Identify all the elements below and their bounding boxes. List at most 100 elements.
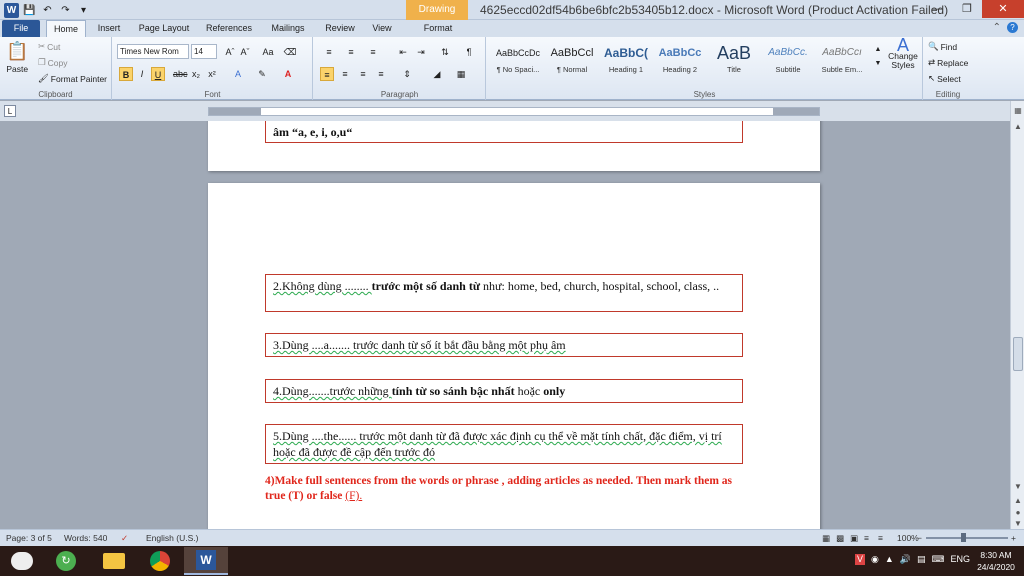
style-subtle-emphasis[interactable]: AaBbCcı Subtle Em... <box>815 41 869 81</box>
horizontal-ruler[interactable] <box>208 107 820 116</box>
find-button[interactable]: 🔍 Find <box>928 41 957 52</box>
zoom-slider[interactable] <box>926 537 1008 539</box>
tab-insert[interactable]: Insert <box>90 20 128 37</box>
qat-dropdown-icon[interactable]: ▾ <box>76 3 91 18</box>
tab-file[interactable]: File <box>2 20 40 37</box>
shading-icon[interactable]: ◢ <box>430 67 444 81</box>
font-name-combo[interactable]: Times New Rom <box>117 44 189 59</box>
highlight-icon[interactable]: ✎ <box>255 67 269 81</box>
text-box-vowels[interactable]: âm “a, e, i, o,u“ <box>265 121 743 143</box>
align-right-icon[interactable]: ≡ <box>356 67 370 81</box>
subscript-button[interactable]: x₂ <box>189 67 203 81</box>
tab-review[interactable]: Review <box>318 20 362 37</box>
tray-chrome-icon[interactable]: ◉ <box>871 554 879 565</box>
restore-button[interactable]: ❐ <box>952 0 982 18</box>
scroll-down-icon[interactable]: ▼ <box>1012 481 1024 493</box>
font-color-icon[interactable]: A <box>281 67 295 81</box>
borders-icon[interactable]: ▦ <box>454 67 468 81</box>
taskbar-word[interactable]: W <box>184 547 228 575</box>
taskbar-app-green[interactable]: ↻ <box>44 547 88 575</box>
align-center-icon[interactable]: ≡ <box>338 67 352 81</box>
previous-page-icon[interactable]: ▲ <box>1012 495 1024 507</box>
taskbar-chrome[interactable] <box>138 547 182 575</box>
vertical-scrollbar[interactable]: ▦ ▲ ▼ ▲ ● ▼ <box>1010 101 1024 529</box>
keyboard-icon[interactable]: ⌨ <box>931 554 944 565</box>
redo-icon[interactable]: ↷ <box>58 3 73 18</box>
text-box-4[interactable]: 4.Dùng.......trước những tính từ so sánh… <box>265 379 743 403</box>
styles-scroll-up-icon[interactable]: ▲ <box>871 43 885 57</box>
change-styles-button[interactable]: A Change Styles <box>885 36 921 70</box>
text-box-3[interactable]: 3.Dùng ....a....... trước danh từ số ít … <box>265 333 743 357</box>
style-title[interactable]: AaB Title <box>707 41 761 81</box>
strikethrough-button[interactable]: abc <box>173 67 188 81</box>
clear-formatting-icon[interactable]: ⌫ <box>283 45 297 59</box>
ruler-toggle-icon[interactable]: ▦ <box>1012 105 1024 117</box>
action-center-icon[interactable]: ▤ <box>917 554 926 565</box>
page-previous[interactable]: âm “a, e, i, o,u“ <box>208 121 820 171</box>
help-icon[interactable]: ? <box>1007 22 1018 33</box>
page-count[interactable]: Page: 3 of 5 <box>6 533 52 543</box>
language-indicator[interactable]: English (U.S.) <box>146 533 198 543</box>
tab-page-layout[interactable]: Page Layout <box>134 20 194 37</box>
style-normal[interactable]: AaBbCcl ¶ Normal <box>545 41 599 81</box>
multilevel-list-icon[interactable]: ≡ <box>366 45 380 59</box>
replace-button[interactable]: ⇄ Replace <box>928 57 968 68</box>
web-layout-view-icon[interactable]: ▣ <box>850 533 858 544</box>
align-left-icon[interactable]: ≡ <box>320 67 334 81</box>
zoom-out-icon[interactable]: − <box>917 533 922 543</box>
proofing-icon[interactable]: ✓ <box>121 533 128 544</box>
styles-scroll-down-icon[interactable]: ▼ <box>871 57 885 71</box>
select-button[interactable]: ↖ Select <box>928 73 961 84</box>
decrease-indent-icon[interactable]: ⇤ <box>396 45 410 59</box>
tab-format[interactable]: Format <box>412 20 464 37</box>
input-language[interactable]: ENG <box>950 554 970 565</box>
show-marks-icon[interactable]: ¶ <box>462 45 476 59</box>
clock[interactable]: 8:30 AM 24/4/2020 <box>972 549 1020 573</box>
line-spacing-icon[interactable]: ⇕ <box>400 67 414 81</box>
print-layout-view-icon[interactable]: ▦ <box>822 533 830 544</box>
superscript-button[interactable]: x² <box>205 67 219 81</box>
start-button[interactable] <box>0 547 44 575</box>
scroll-thumb[interactable] <box>1013 337 1023 371</box>
text-box-2[interactable]: 2.Không dùng ........ trước một số danh … <box>265 274 743 312</box>
minimize-button[interactable]: — <box>922 0 952 18</box>
change-case-icon[interactable]: Aa <box>261 45 275 59</box>
outline-view-icon[interactable]: ≡ <box>864 533 869 543</box>
page-current[interactable]: 2.Không dùng ........ trước một số danh … <box>208 183 820 529</box>
bullets-icon[interactable]: ≡ <box>322 45 336 59</box>
undo-icon[interactable]: ↶ <box>40 3 55 18</box>
word-count[interactable]: Words: 540 <box>64 533 107 543</box>
zoom-in-icon[interactable]: + <box>1011 533 1016 543</box>
text-box-5[interactable]: 5.Dùng ....the...... trước một danh từ đ… <box>265 424 743 464</box>
format-painter-button[interactable]: 🖌 Format Painter <box>38 73 107 84</box>
font-size-combo[interactable]: 14 <box>191 44 217 59</box>
close-button[interactable]: ✕ <box>982 0 1024 18</box>
numbering-icon[interactable]: ≡ <box>344 45 358 59</box>
scroll-up-icon[interactable]: ▲ <box>1012 121 1024 133</box>
tab-home[interactable]: Home <box>46 20 86 37</box>
shrink-font-icon[interactable]: Aˇ <box>238 45 252 59</box>
underline-button[interactable]: U <box>151 67 165 81</box>
tab-references[interactable]: References <box>200 20 258 37</box>
tab-mailings[interactable]: Mailings <box>262 20 314 37</box>
taskbar-file-explorer[interactable] <box>92 547 136 575</box>
bold-button[interactable]: B <box>119 67 133 81</box>
style-subtitle[interactable]: AaBbCc. Subtitle <box>761 41 815 81</box>
cut-button[interactable]: ✂ Cut <box>38 41 60 52</box>
word-logo-icon[interactable]: W <box>4 2 19 18</box>
tab-selector[interactable]: L <box>4 105 16 117</box>
paste-button[interactable]: 📋 Paste <box>6 41 28 74</box>
grow-font-icon[interactable]: Aˆ <box>223 45 237 59</box>
tab-view[interactable]: View <box>364 20 400 37</box>
italic-button[interactable]: I <box>135 67 149 81</box>
text-effects-icon[interactable]: A <box>231 67 245 81</box>
save-icon[interactable]: 💾 <box>22 3 37 18</box>
document-area[interactable]: âm “a, e, i, o,u“ 2.Không dùng ........ … <box>0 121 1010 529</box>
style-heading-2[interactable]: AaBbCc Heading 2 <box>653 41 707 81</box>
draft-view-icon[interactable]: ≡ <box>878 533 883 543</box>
tray-app-icon[interactable]: V <box>854 554 865 565</box>
style-no-spacing[interactable]: AaBbCcDc ¶ No Spaci... <box>491 41 545 81</box>
network-icon[interactable]: ▲ <box>885 554 894 565</box>
zoom-slider-thumb[interactable] <box>961 533 966 542</box>
style-heading-1[interactable]: AaBbC(Heading 1 <box>599 41 653 81</box>
